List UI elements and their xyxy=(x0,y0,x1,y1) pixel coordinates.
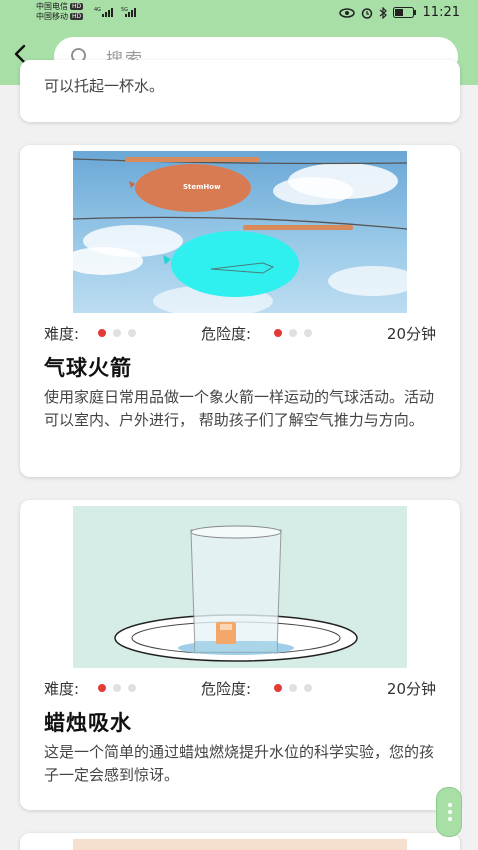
eye-icon xyxy=(338,7,355,18)
hd-badge: HD xyxy=(70,3,84,10)
duration: 20分钟 xyxy=(386,325,436,343)
dot xyxy=(448,817,452,821)
carrier-2: 中国移动 xyxy=(36,12,68,21)
dot xyxy=(274,329,282,337)
status-bar: 中国电信 HD 中国移动 HD 4G 5G 11:21 xyxy=(0,0,478,26)
dot xyxy=(113,329,121,337)
balloon-label: StemHow xyxy=(183,183,221,191)
dot xyxy=(304,329,312,337)
dot xyxy=(128,684,136,692)
experiment-image xyxy=(73,506,407,668)
experiment-card-partial[interactable] xyxy=(20,833,460,850)
meta-row: 难度: 危险度: 20分钟 xyxy=(44,323,436,343)
dot xyxy=(448,810,452,814)
difficulty-dots xyxy=(98,329,136,337)
danger-dots xyxy=(274,329,312,337)
experiment-card[interactable]: StemHow 难度: 危险度: 20分钟 气球火箭 使用家庭日常用品做一个象火… xyxy=(20,145,460,477)
experiment-description: 这是一个简单的通过蜡烛燃烧提升水位的科学实验，您的孩子一定会感到惊讶。 xyxy=(44,743,435,784)
hd-badge: HD xyxy=(70,13,84,20)
difficulty-label: 难度: xyxy=(44,325,80,343)
signal-icon-2: 5G xyxy=(121,6,145,20)
carrier-info: 中国电信 HD 中国移动 HD xyxy=(36,2,84,22)
dot xyxy=(98,684,106,692)
dot xyxy=(289,329,297,337)
svg-text:4G: 4G xyxy=(94,7,101,13)
status-icons: 11:21 xyxy=(338,5,460,20)
danger-label: 危险度: xyxy=(201,325,252,343)
battery-icon xyxy=(392,7,416,18)
svg-text:5G: 5G xyxy=(121,7,128,13)
bluetooth-icon xyxy=(379,6,387,19)
carrier-1: 中国电信 xyxy=(36,2,68,11)
experiment-description: 使用家庭日常用品做一个象火箭一样运动的气球活动。活动可以室内、户外进行， 帮助孩… xyxy=(44,388,435,429)
experiment-card[interactable]: 难度: 危险度: 20分钟 蜡烛吸水 这是一个简单的通过蜡烛燃烧提升水位的科学实… xyxy=(20,500,460,810)
difficulty-label: 难度: xyxy=(44,680,80,698)
dot xyxy=(98,329,106,337)
dot xyxy=(128,329,136,337)
danger-dots xyxy=(274,684,312,692)
more-menu-button[interactable] xyxy=(436,787,462,837)
dot xyxy=(113,684,121,692)
experiment-title: 蜡烛吸水 xyxy=(44,711,132,735)
signal-icon: 4G xyxy=(94,6,118,20)
dot xyxy=(448,803,452,807)
danger-label: 危险度: xyxy=(201,680,252,698)
duration: 20分钟 xyxy=(386,680,436,698)
difficulty-dots xyxy=(98,684,136,692)
dot xyxy=(274,684,282,692)
clock: 11:21 xyxy=(422,5,460,20)
meta-row: 难度: 危险度: 20分钟 xyxy=(44,678,436,698)
experiment-image: StemHow xyxy=(73,151,407,313)
experiment-card-partial[interactable]: 可以托起一杯水。 xyxy=(20,60,460,122)
dot xyxy=(289,684,297,692)
alarm-icon xyxy=(361,7,372,19)
experiment-image xyxy=(73,839,407,850)
dot xyxy=(304,684,312,692)
experiment-title: 气球火箭 xyxy=(44,356,132,380)
